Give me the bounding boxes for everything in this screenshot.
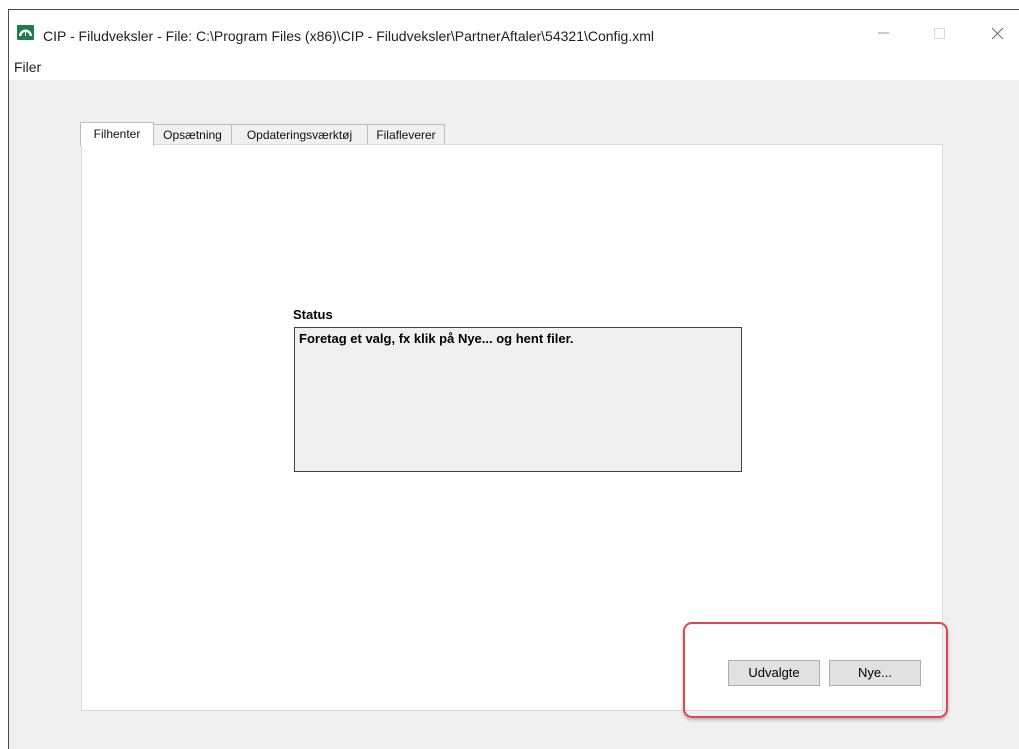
app-window: CIP - Filudveksler - File: C:\Program Fi… — [8, 9, 1019, 749]
close-button[interactable] — [982, 20, 1012, 46]
new-button[interactable]: Nye... — [829, 660, 921, 686]
tab-filafleverer[interactable]: Filafleverer — [367, 124, 445, 144]
close-icon — [991, 27, 1004, 40]
status-label: Status — [293, 307, 333, 322]
tab-filhenter[interactable]: Filhenter — [80, 122, 154, 146]
window-title: CIP - Filudveksler - File: C:\Program Fi… — [43, 28, 655, 44]
maximize-icon — [934, 28, 945, 39]
menu-bar: Filer — [9, 50, 1019, 80]
selected-button[interactable]: Udvalgte — [728, 660, 820, 686]
menu-item-filer[interactable]: Filer — [12, 60, 43, 74]
status-textbox[interactable]: Foretag et valg, fx klik på Nye... og he… — [294, 327, 742, 472]
maximize-button[interactable] — [924, 20, 954, 46]
minimize-icon — [878, 32, 889, 34]
cip-app-icon — [17, 25, 34, 40]
minimize-button[interactable] — [868, 20, 898, 46]
tab-opsaetning[interactable]: Opsætning — [153, 124, 232, 144]
tab-opdateringsvaerktoej[interactable]: Opdateringsværktøj — [231, 124, 368, 144]
title-bar[interactable]: CIP - Filudveksler - File: C:\Program Fi… — [9, 10, 1019, 50]
